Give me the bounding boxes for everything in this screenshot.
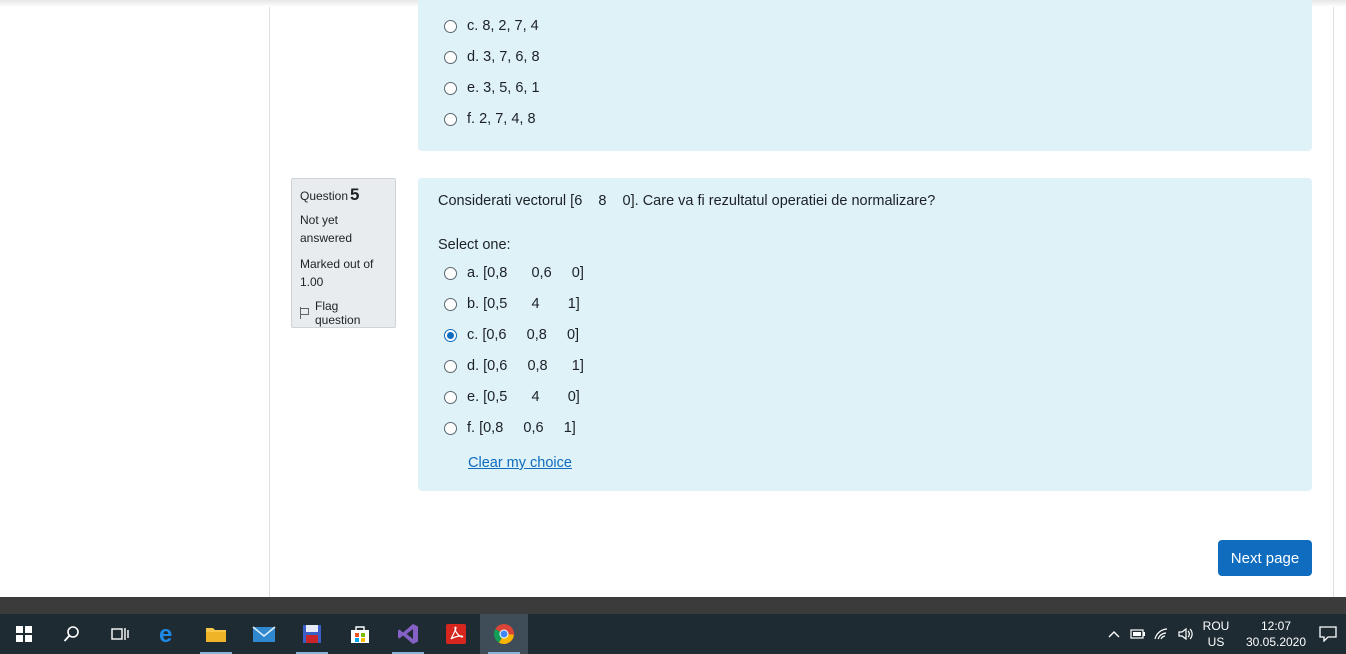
- option-text: [0,6 0,8 1]: [483, 358, 584, 374]
- speaker-icon[interactable]: [1174, 614, 1198, 654]
- radio-button[interactable]: [444, 81, 457, 95]
- clock-time: 12:07: [1260, 619, 1292, 633]
- acrobat-icon[interactable]: [432, 614, 480, 654]
- option-letter: b.: [467, 296, 480, 312]
- radio-button[interactable]: [444, 266, 457, 280]
- edge-icon[interactable]: e: [144, 614, 192, 654]
- flag-icon: [300, 307, 310, 319]
- right-gutter: [1333, 7, 1346, 597]
- question-label: Question: [300, 189, 349, 203]
- chrome-icon[interactable]: [480, 614, 528, 654]
- answer-option[interactable]: f. 2, 7, 4, 8: [444, 108, 536, 130]
- notification-center-icon[interactable]: [1310, 614, 1346, 654]
- battery-icon[interactable]: [1126, 614, 1150, 654]
- question-grade: Marked out of: [300, 257, 374, 271]
- clear-my-choice-link[interactable]: Clear my choice: [468, 455, 572, 471]
- option-text: [0,8 0,6 0]: [483, 265, 584, 281]
- flag-question-label: Flag question: [315, 299, 361, 327]
- option-letter: d.: [467, 49, 480, 65]
- option-letter: a.: [467, 265, 480, 281]
- option-text: 3, 5, 6, 1: [483, 80, 540, 96]
- chevron-up-icon[interactable]: [1102, 614, 1126, 654]
- option-text: 3, 7, 6, 8: [483, 49, 540, 65]
- windows-taskbar: e ROU US 12:07 30.05.2020: [0, 614, 1346, 654]
- answer-option-d[interactable]: d. [0,6 0,8 1]: [444, 355, 584, 377]
- input-language-indicator[interactable]: ROU US: [1198, 618, 1234, 650]
- answer-option[interactable]: c. 8, 2, 7, 4: [444, 15, 539, 37]
- wifi-icon[interactable]: [1150, 614, 1174, 654]
- store-icon[interactable]: [336, 614, 384, 654]
- next-page-button[interactable]: Next page: [1218, 540, 1312, 576]
- answer-option-e[interactable]: e. [0,5 4 0]: [444, 386, 580, 408]
- task-view-icon[interactable]: [96, 614, 144, 654]
- answer-option-c[interactable]: c. [0,6 0,8 0]: [444, 324, 579, 346]
- file-explorer-icon[interactable]: [192, 614, 240, 654]
- mail-icon[interactable]: [240, 614, 288, 654]
- option-letter: e.: [467, 80, 480, 96]
- radio-button-selected[interactable]: [444, 328, 457, 342]
- answer-option-a[interactable]: a. [0,8 0,6 0]: [444, 262, 584, 284]
- previous-question-answers: c. 8, 2, 7, 4 d. 3, 7, 6, 8 e. 3, 5, 6, …: [418, 0, 1312, 151]
- save-disk-icon[interactable]: [288, 614, 336, 654]
- flag-question-button[interactable]: Flag question: [300, 299, 387, 327]
- question-text: Considerati vectorul [6 8 0]. Care va fi…: [438, 193, 936, 209]
- search-icon[interactable]: [48, 614, 96, 654]
- quiz-main-region: c. 8, 2, 7, 4 d. 3, 7, 6, 8 e. 3, 5, 6, …: [271, 0, 1333, 597]
- question-info-panel: Question 5 Not yet answered Marked out of…: [291, 178, 396, 328]
- clock[interactable]: 12:07 30.05.2020: [1242, 618, 1310, 650]
- language-code: ROU: [1202, 619, 1230, 633]
- left-sidebar: [0, 7, 270, 597]
- question-state: Not yet: [300, 213, 339, 227]
- answer-option[interactable]: d. 3, 7, 6, 8: [444, 46, 540, 68]
- option-letter: c.: [467, 18, 479, 34]
- radio-button[interactable]: [444, 297, 457, 311]
- radio-button[interactable]: [444, 390, 457, 404]
- radio-button[interactable]: [444, 50, 457, 64]
- answer-option[interactable]: e. 3, 5, 6, 1: [444, 77, 540, 99]
- windows-start-icon[interactable]: [0, 614, 48, 654]
- option-letter: d.: [467, 358, 480, 374]
- question-grade-value: 1.00: [300, 275, 324, 289]
- option-text: 8, 2, 7, 4: [482, 18, 539, 34]
- option-text: [0,5 4 1]: [483, 296, 580, 312]
- answer-option-b[interactable]: b. [0,5 4 1]: [444, 293, 580, 315]
- option-letter: f.: [467, 420, 476, 436]
- radio-button[interactable]: [444, 421, 457, 435]
- option-text: [0,6 0,8 0]: [482, 327, 580, 343]
- page-bottom-bar: [0, 597, 1346, 614]
- clock-date: 30.05.2020: [1245, 635, 1307, 649]
- option-text: [0,5 4 0]: [483, 389, 580, 405]
- option-text: 2, 7, 4, 8: [479, 111, 536, 127]
- radio-button[interactable]: [444, 112, 457, 126]
- option-letter: f.: [467, 111, 476, 127]
- select-one-prompt: Select one:: [438, 237, 511, 253]
- radio-button[interactable]: [444, 19, 457, 33]
- question-5-content: Considerati vectorul [6 8 0]. Care va fi…: [418, 178, 1312, 491]
- option-letter: c.: [467, 327, 479, 343]
- svg-text:e: e: [159, 623, 172, 645]
- keyboard-layout: US: [1207, 635, 1225, 649]
- radio-button[interactable]: [444, 359, 457, 373]
- answer-option-f[interactable]: f. [0,8 0,6 1]: [444, 417, 576, 439]
- visual-studio-icon[interactable]: [384, 614, 432, 654]
- option-letter: e.: [467, 389, 480, 405]
- option-text: [0,8 0,6 1]: [479, 420, 576, 436]
- system-tray: ROU US 12:07 30.05.2020: [1102, 614, 1346, 654]
- question-state-cont: answered: [300, 231, 353, 245]
- question-number: 5: [350, 185, 360, 204]
